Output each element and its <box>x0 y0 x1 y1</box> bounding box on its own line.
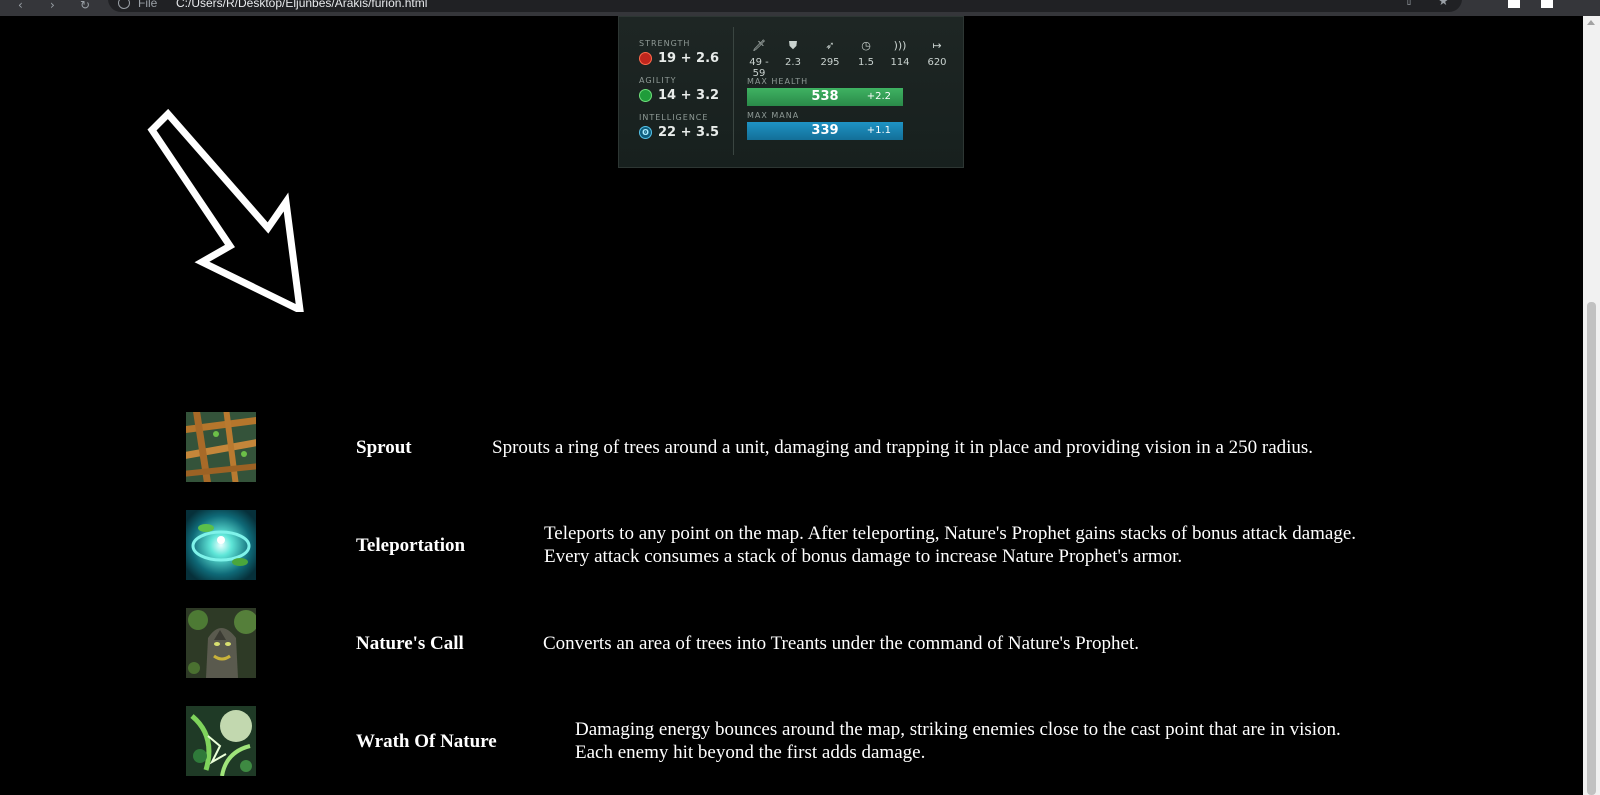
sword-icon: 🗡︎ <box>752 39 766 52</box>
clock-icon: ◷ <box>861 39 871 52</box>
sprout-icon <box>186 412 256 482</box>
strength-value: 19 + 2.6 <box>658 51 720 66</box>
scroll-up-icon[interactable] <box>1587 20 1595 25</box>
agility-stat: AGILITY 14 + 3.2 <box>639 76 719 103</box>
agility-label: AGILITY <box>639 76 677 85</box>
browser-toolbar: ‹ › ↻ File C:/Users/R/Desktop/Eljunbes/A… <box>0 0 1600 16</box>
wrath-of-nature-icon <box>186 706 256 776</box>
hero-stats-panel: STRENGTH 19 + 2.6 AGILITY 14 + 3.2 INTEL… <box>618 16 964 168</box>
ability-teleportation: Teleportation Teleports to any point on … <box>186 510 1406 580</box>
ability-wrath-of-nature: Wrath Of Nature Damaging energy bounces … <box>186 706 1386 776</box>
intelligence-value: 22 + 3.5 <box>658 125 720 140</box>
mana-label: MAX MANA <box>747 111 800 120</box>
health-regen: +2.2 <box>866 91 891 102</box>
agility-icon <box>639 89 652 102</box>
ability-name: Nature's Call <box>356 633 464 654</box>
down-right-arrow-icon <box>147 108 304 312</box>
ability-description-line: Damaging energy bounces around the map, … <box>575 719 1341 740</box>
armor-value: 2.3 <box>785 57 801 68</box>
ability-description-line: Teleports to any point on the map. After… <box>544 523 1357 544</box>
ability-name: Sprout <box>356 437 412 458</box>
projectile-speed-value: 114 <box>890 57 910 68</box>
natures-call-icon <box>186 608 256 678</box>
strength-label: STRENGTH <box>639 39 691 48</box>
share-icon[interactable]: ⇧ <box>1404 0 1414 8</box>
scrollbar-thumb[interactable] <box>1587 302 1596 795</box>
attack-time-value: 1.5 <box>858 57 874 68</box>
damage-stat: 🗡︎ 49 - 59 <box>744 39 774 79</box>
range-icon: ↦ <box>932 39 942 52</box>
ability-description: Damaging energy bounces around the map, … <box>575 718 1341 764</box>
health-bar: 538 +2.2 <box>747 88 903 106</box>
movespeed-stat: ➶ 295 <box>815 39 845 68</box>
window-icon[interactable] <box>1541 0 1553 8</box>
page-scrollbar[interactable] <box>1583 16 1600 795</box>
boot-icon: ➶ <box>825 39 835 52</box>
reload-icon[interactable]: ↻ <box>80 0 90 12</box>
ability-description: Teleports to any point on the map. After… <box>544 522 1356 568</box>
damage-value: 49 - 59 <box>749 57 769 79</box>
health-label: MAX HEALTH <box>747 77 809 86</box>
forward-icon[interactable]: › <box>50 0 55 12</box>
attack-range-stat: ↦ 620 <box>922 39 952 68</box>
ability-description-line: Each enemy hit beyond the first adds dam… <box>575 742 926 763</box>
strength-icon <box>639 52 652 65</box>
agility-value: 14 + 3.2 <box>658 88 720 103</box>
attack-time-stat: ◷ 1.5 <box>851 39 881 68</box>
stats-divider <box>733 27 734 155</box>
ability-description-line: Every attack consumes a stack of bonus d… <box>544 546 1183 567</box>
address-url[interactable]: C:/Users/R/Desktop/Eljunbes/Arakis/furio… <box>176 0 427 10</box>
intelligence-icon: ʘ <box>639 126 652 139</box>
armor-stat: ⛊ 2.3 <box>778 39 808 68</box>
mana-regen: +1.1 <box>866 125 891 136</box>
ability-description: Converts an area of trees into Treants u… <box>543 633 1139 654</box>
ability-sprout: Sprout Sprouts a ring of trees around a … <box>186 412 1386 482</box>
ability-natures-call: Nature's Call Converts an area of trees … <box>186 608 1186 678</box>
extension-icon[interactable] <box>1508 0 1520 8</box>
movespeed-value: 295 <box>820 57 840 68</box>
back-icon[interactable]: ‹ <box>18 0 23 12</box>
ability-description: Sprouts a ring of trees around a unit, d… <box>492 437 1314 458</box>
intelligence-label: INTELLIGENCE <box>639 113 709 122</box>
bookmark-star-icon[interactable]: ★ <box>1438 0 1449 8</box>
teleportation-icon <box>186 510 256 580</box>
ability-name: Teleportation <box>356 535 466 556</box>
attack-range-value: 620 <box>927 57 947 68</box>
strength-stat: STRENGTH 19 + 2.6 <box>639 39 719 66</box>
mana-bar: 339 +1.1 <box>747 122 903 140</box>
intelligence-stat: INTELLIGENCE ʘ 22 + 3.5 <box>639 113 719 140</box>
address-bar[interactable]: File C:/Users/R/Desktop/Eljunbes/Arakis/… <box>108 0 1462 12</box>
wave-icon: ))) <box>893 39 907 52</box>
ability-name: Wrath Of Nature <box>356 731 497 752</box>
projectile-speed-stat: ))) 114 <box>885 39 915 68</box>
address-protocol: File <box>138 0 158 10</box>
site-info-icon[interactable] <box>118 0 130 9</box>
shield-icon: ⛊ <box>788 39 798 52</box>
